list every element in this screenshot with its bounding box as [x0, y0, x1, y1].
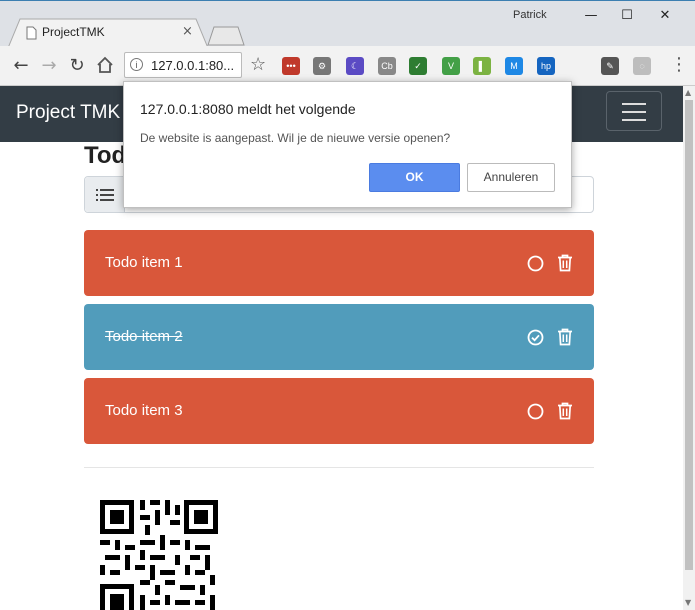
- back-icon[interactable]: ←: [10, 55, 32, 76]
- ext-book-icon[interactable]: ▌: [473, 57, 491, 75]
- ext-moon-icon[interactable]: ☾: [346, 57, 364, 75]
- ext-m-icon[interactable]: M: [505, 57, 523, 75]
- ext-gear-icon[interactable]: ⚙: [313, 57, 331, 75]
- ext-cb-icon[interactable]: Cb: [378, 57, 396, 75]
- circle-icon[interactable]: [527, 403, 544, 420]
- scroll-down-icon[interactable]: ▼: [685, 598, 691, 607]
- navbar-brand[interactable]: Project TMK: [16, 102, 120, 124]
- trash-icon[interactable]: [557, 402, 573, 420]
- minimize-icon[interactable]: —: [576, 5, 606, 27]
- todo-item[interactable]: Todo item 2: [84, 304, 594, 370]
- tab-close-icon[interactable]: ×: [182, 24, 193, 39]
- todo-item-label: Todo item 1: [105, 254, 183, 271]
- ext-check-icon[interactable]: ✓: [409, 57, 427, 75]
- todo-item-label: Todo item 2: [105, 328, 183, 345]
- info-icon[interactable]: i: [130, 58, 143, 71]
- navbar-toggle-button[interactable]: [606, 91, 662, 131]
- trash-icon[interactable]: [557, 254, 573, 272]
- maximize-icon[interactable]: ☐: [612, 5, 642, 27]
- dialog-message: De website is aangepast. Wil je de nieuw…: [140, 131, 451, 145]
- bookmark-star-icon[interactable]: ☆: [250, 54, 266, 75]
- page-scrollbar[interactable]: ▲ ▼: [683, 86, 695, 610]
- dialog-title: 127.0.0.1:8080 meldt het volgende: [140, 101, 356, 117]
- new-tab-button[interactable]: [206, 26, 246, 46]
- browser-titlebar: ProjectTMK × Patrick — ☐ ✕: [0, 0, 695, 48]
- todo-item[interactable]: Todo item 1: [84, 230, 594, 296]
- forward-icon[interactable]: →: [38, 55, 60, 76]
- address-bar[interactable]: i 127.0.0.1:80...: [124, 52, 242, 78]
- tab-title: ProjectTMK: [42, 25, 105, 39]
- profile-name[interactable]: Patrick: [513, 9, 547, 21]
- hamburger-bar: [622, 119, 646, 121]
- tab-shape: [8, 18, 208, 48]
- cancel-button[interactable]: Annuleren: [467, 163, 555, 192]
- todo-item-label: Todo item 3: [105, 402, 183, 419]
- list-icon: [85, 177, 125, 212]
- tab-projecttmk[interactable]: ProjectTMK ×: [8, 18, 208, 48]
- alert-dialog: 127.0.0.1:8080 meldt het volgende De web…: [123, 81, 572, 208]
- todo-item[interactable]: Todo item 3: [84, 378, 594, 444]
- hamburger-bar: [622, 103, 646, 105]
- ok-button[interactable]: OK: [369, 163, 460, 192]
- trash-icon[interactable]: [557, 328, 573, 346]
- home-icon[interactable]: [96, 56, 114, 74]
- menu-icon[interactable]: ⋮: [670, 54, 688, 75]
- ext-hp-icon[interactable]: hp: [537, 57, 555, 75]
- close-window-icon[interactable]: ✕: [650, 5, 680, 27]
- divider: [84, 467, 594, 468]
- browser-toolbar: ← → ↻ i 127.0.0.1:80... ☆ ••• ⚙ ☾ Cb ✓ V ▌ Mhp ✎…: [0, 46, 695, 86]
- ext-eyedropper-icon[interactable]: ✎: [601, 57, 619, 75]
- page-icon: [26, 26, 37, 40]
- reload-icon[interactable]: ↻: [66, 55, 88, 76]
- scrollbar-thumb[interactable]: [685, 100, 693, 570]
- ext-v-icon[interactable]: V: [442, 57, 460, 75]
- circle-icon[interactable]: [527, 255, 544, 272]
- address-text[interactable]: 127.0.0.1:80...: [151, 58, 234, 73]
- ext-refresh-icon[interactable]: ◌: [633, 57, 651, 75]
- check-circle-icon[interactable]: [527, 329, 544, 346]
- qr-code: [100, 500, 218, 610]
- scroll-up-icon[interactable]: ▲: [685, 88, 691, 97]
- hamburger-bar: [622, 111, 646, 113]
- ext-red-dots-icon[interactable]: •••: [282, 57, 300, 75]
